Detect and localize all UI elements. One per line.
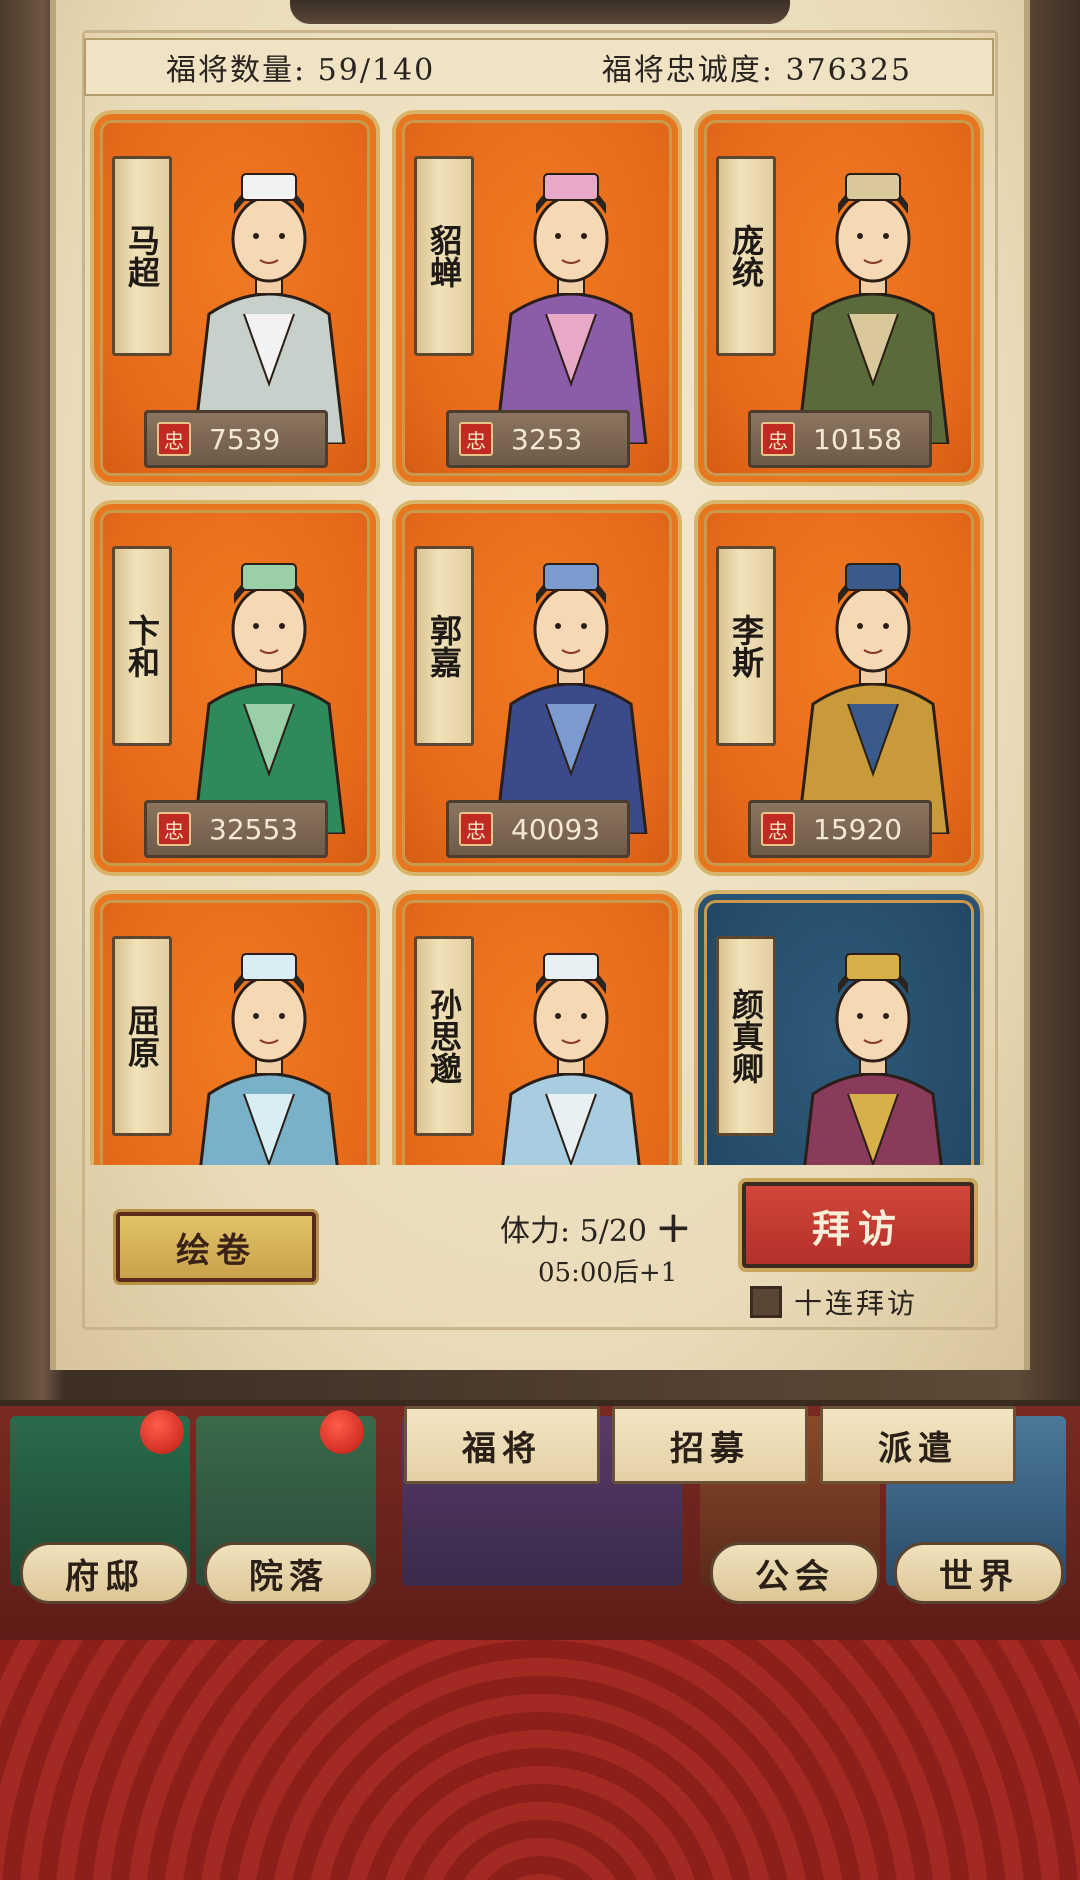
general-name: 马超 xyxy=(112,156,172,356)
ten-visit-label: 十连拜访 xyxy=(794,1287,919,1320)
ten-visit-checkbox[interactable] xyxy=(750,1286,782,1318)
loyalty-value: 32553 xyxy=(209,812,299,846)
general-name: 孙思邈 xyxy=(414,936,474,1136)
general-name: 卞和 xyxy=(112,546,172,746)
stamina-label: 体力: 5/20 xyxy=(500,1214,648,1249)
general-portrait xyxy=(199,953,339,1165)
general-portrait xyxy=(192,173,346,444)
loyalty-value: 40093 xyxy=(511,812,601,846)
general-card[interactable]: 貂蝉忠 3253 xyxy=(392,110,682,486)
loyalty-badge: 忠 15920 xyxy=(748,800,932,858)
loyalty-seal-icon: 忠 xyxy=(459,422,493,456)
tab-generals[interactable]: 福将 xyxy=(404,1406,600,1484)
loyalty-badge: 忠 7539 xyxy=(144,410,328,468)
general-portrait xyxy=(796,173,950,444)
general-card[interactable]: 屈原 xyxy=(90,890,380,1165)
tab-dispatch[interactable]: 派遣 xyxy=(820,1406,1016,1484)
loyalty-seal-icon: 忠 xyxy=(157,422,191,456)
general-name: 庞统 xyxy=(716,156,776,356)
general-card[interactable]: 庞统忠 10158 xyxy=(694,110,984,486)
general-card[interactable]: 卞和忠 32553 xyxy=(90,500,380,876)
loyalty-badge: 忠 10158 xyxy=(748,410,932,468)
loyalty-seal-icon: 忠 xyxy=(761,812,795,846)
general-portrait xyxy=(192,563,346,834)
general-name: 貂蝉 xyxy=(414,156,474,356)
general-name: 李斯 xyxy=(716,546,776,746)
general-name: 屈原 xyxy=(112,936,172,1136)
loyalty-badge: 忠 40093 xyxy=(446,800,630,858)
visit-button[interactable]: 拜访 xyxy=(742,1182,974,1268)
loyalty-value: 15920 xyxy=(813,812,903,846)
loyalty-value: 10158 xyxy=(813,422,903,456)
location-guild[interactable]: 公会 xyxy=(710,1542,880,1604)
general-card[interactable]: 李斯忠 15920 xyxy=(694,500,984,876)
add-stamina-button[interactable]: + xyxy=(655,1206,692,1250)
general-portrait xyxy=(796,563,950,834)
loyalty-seal-icon: 忠 xyxy=(761,422,795,456)
general-portrait xyxy=(501,953,641,1165)
general-card[interactable]: 郭嘉忠 40093 xyxy=(392,500,682,876)
general-portrait xyxy=(803,953,943,1165)
top-ornament xyxy=(290,0,790,24)
location-mansion[interactable]: 府邸 xyxy=(20,1542,190,1604)
loyalty-seal-icon: 忠 xyxy=(459,812,493,846)
location-world[interactable]: 世界 xyxy=(894,1542,1064,1604)
general-card[interactable]: 孙思邈 xyxy=(392,890,682,1165)
general-portrait xyxy=(494,173,648,444)
loyalty-value: 3253 xyxy=(511,422,583,456)
stamina-display: 体力: 5/20 + xyxy=(500,1206,740,1250)
location-courtyard[interactable]: 院落 xyxy=(204,1542,374,1604)
stats-bar: 福将数量: 59/140 福将忠诚度: 376325 xyxy=(84,38,994,96)
loyalty-badge: 忠 3253 xyxy=(446,410,630,468)
bottom-wave-background xyxy=(0,1640,1080,1880)
general-portrait xyxy=(494,563,648,834)
loyalty-seal-icon: 忠 xyxy=(157,812,191,846)
scroll-button[interactable]: 绘卷 xyxy=(116,1212,316,1282)
lantern-icon xyxy=(320,1410,364,1454)
lantern-icon xyxy=(140,1410,184,1454)
ten-visit-toggle[interactable]: 十连拜访 xyxy=(750,1282,918,1322)
general-name: 郭嘉 xyxy=(414,546,474,746)
loyalty-badge: 忠 32553 xyxy=(144,800,328,858)
tab-recruit[interactable]: 招募 xyxy=(612,1406,808,1484)
general-loyalty-total: 福将忠诚度: 376325 xyxy=(601,53,912,88)
stamina-timer: 05:00后+1 xyxy=(538,1258,678,1288)
loyalty-value: 7539 xyxy=(209,422,281,456)
general-grid: 马超忠 7539 貂蝉忠 3253 庞统忠 10158 卞和忠 32553 郭嘉忠 40093 李斯… xyxy=(90,110,990,1165)
general-name: 颜真卿 xyxy=(716,936,776,1136)
general-card[interactable]: 马超忠 7539 xyxy=(90,110,380,486)
general-count: 福将数量: 59/140 xyxy=(166,53,436,88)
general-card[interactable]: 颜真卿 xyxy=(694,890,984,1165)
